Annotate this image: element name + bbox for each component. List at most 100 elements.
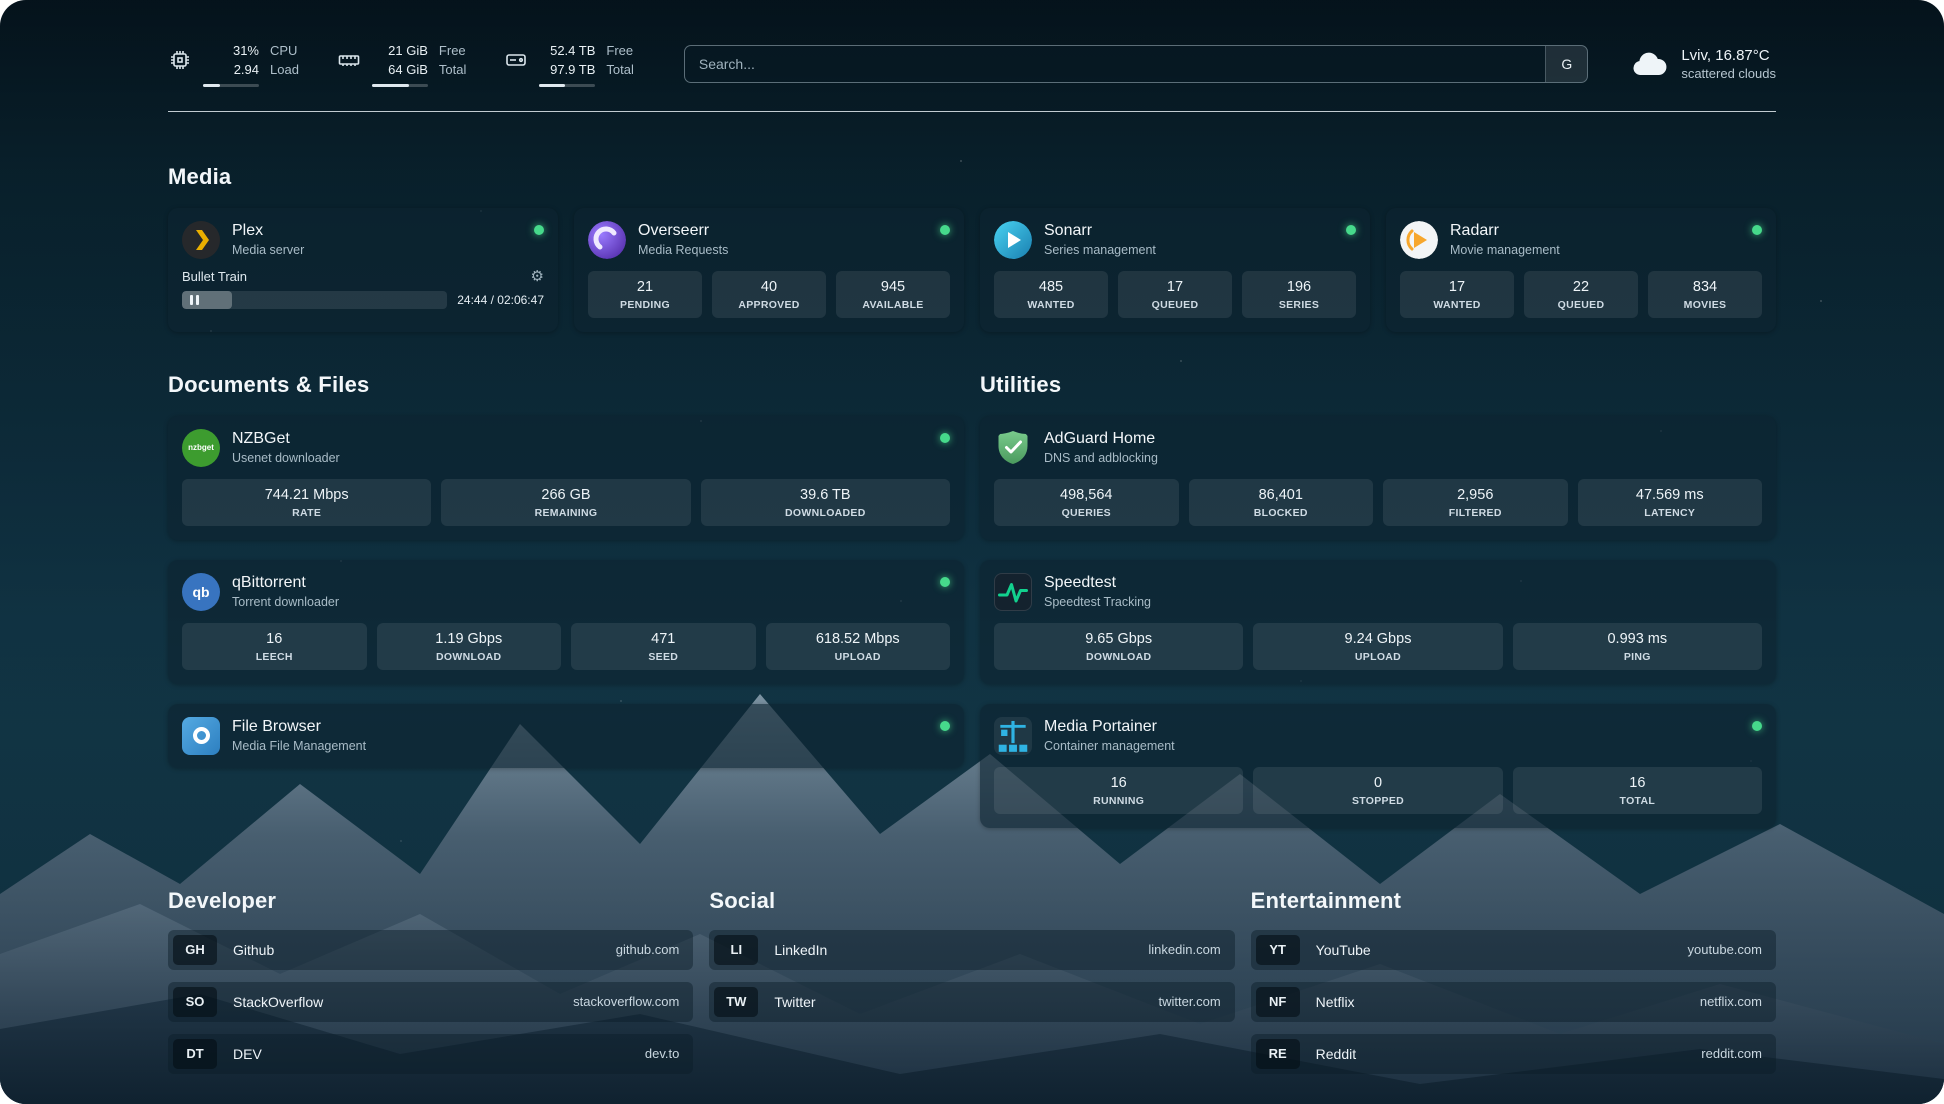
radarr-icon [1400, 221, 1438, 259]
snow-specks [0, 0, 2, 2]
bookmark-stackoverflow[interactable]: SO StackOverflow stackoverflow.com [168, 982, 693, 1022]
stat-value: 266 GB [445, 487, 686, 503]
qbittorrent-card[interactable]: qb qBittorrent Torrent downloader 16 LEE… [168, 560, 964, 684]
entertainment-section-title: Entertainment [1251, 888, 1776, 914]
stat-box: 9.24 Gbps UPLOAD [1253, 623, 1502, 670]
system-monitors: 31% 2.94 CPU Load [168, 42, 634, 87]
stat-box: 196 SERIES [1242, 271, 1356, 318]
stat-box: 39.6 TB DOWNLOADED [701, 479, 950, 526]
dashboard-window: 31% 2.94 CPU Load [0, 0, 1944, 1104]
bookmark-abbr: GH [173, 935, 217, 965]
bookmark-abbr: SO [173, 987, 217, 1017]
bookmark-name: Github [233, 942, 274, 958]
bookmark-github[interactable]: GH Github github.com [168, 930, 693, 970]
bookmark-url: youtube.com [1688, 942, 1762, 957]
portainer-icon [994, 717, 1032, 755]
qbittorrent-title: qBittorrent [232, 574, 339, 592]
weather-location-temp: Lviv, 16.87°C [1681, 47, 1776, 64]
bookmark-netflix[interactable]: NF Netflix netflix.com [1251, 982, 1776, 1022]
cpu-monitor: 31% 2.94 CPU Load [168, 42, 299, 87]
stat-label: LEECH [186, 651, 363, 663]
bookmark-reddit[interactable]: RE Reddit reddit.com [1251, 1034, 1776, 1074]
bookmark-dev[interactable]: DT DEV dev.to [168, 1034, 693, 1074]
plex-now-playing: Bullet Train [182, 269, 247, 284]
stat-value: 86,401 [1193, 487, 1370, 503]
overseerr-card[interactable]: Overseerr Media Requests 21 PENDING 40 A… [574, 208, 964, 332]
disk-label-bottom: Total [606, 61, 633, 80]
bookmark-abbr: TW [714, 987, 758, 1017]
filebrowser-icon [182, 717, 220, 755]
section-developer: Developer GH Github github.com SO StackO… [168, 888, 693, 1074]
disk-icon [504, 48, 528, 72]
cpu-label-bottom: Load [270, 61, 299, 80]
stat-label: PENDING [592, 299, 698, 311]
gear-icon[interactable]: ⚙ [531, 269, 544, 284]
speedtest-title: Speedtest [1044, 574, 1151, 592]
memory-icon [337, 48, 361, 72]
documents-section-title: Documents & Files [168, 372, 964, 398]
top-bar: 31% 2.94 CPU Load [168, 42, 1776, 87]
stat-box: 47.569 ms LATENCY [1578, 479, 1763, 526]
stat-label: STOPPED [1257, 795, 1498, 807]
adguard-card[interactable]: AdGuard Home DNS and adblocking 498,564 … [980, 416, 1776, 540]
bookmark-url: linkedin.com [1148, 942, 1220, 957]
overseerr-icon [588, 221, 626, 259]
cpu-label-top: CPU [270, 42, 299, 61]
stat-box: 22 QUEUED [1524, 271, 1638, 318]
ram-label-top: Free [439, 42, 466, 61]
speedtest-icon [994, 573, 1032, 611]
weather-widget[interactable]: Lviv, 16.87°C scattered clouds [1630, 47, 1776, 81]
qbittorrent-icon-text: qb [192, 584, 209, 600]
qbittorrent-subtitle: Torrent downloader [232, 595, 339, 609]
radarr-title: Radarr [1450, 222, 1560, 240]
ram-free: 21 GiB [388, 42, 428, 61]
pause-icon[interactable] [190, 295, 199, 305]
portainer-card[interactable]: Media Portainer Container management 16 … [980, 704, 1776, 828]
sonarr-card[interactable]: Sonarr Series management 485 WANTED 17 Q… [980, 208, 1370, 332]
stat-value: 22 [1528, 279, 1634, 295]
nzbget-title: NZBGet [232, 430, 340, 448]
sonarr-status-indicator [1346, 225, 1356, 235]
bookmark-url: netflix.com [1700, 994, 1762, 1009]
stat-value: 0 [1257, 775, 1498, 791]
bookmark-abbr: RE [1256, 1039, 1300, 1069]
search-input[interactable] [685, 46, 1545, 82]
cpu-usage-bar [203, 84, 259, 87]
nzbget-status-indicator [940, 433, 950, 443]
stat-box: 0 STOPPED [1253, 767, 1502, 814]
bookmark-youtube[interactable]: YT YouTube youtube.com [1251, 930, 1776, 970]
stat-box: 618.52 Mbps UPLOAD [766, 623, 951, 670]
stat-box: 17 WANTED [1400, 271, 1514, 318]
search-engine-button[interactable]: G [1545, 46, 1587, 82]
nzbget-card[interactable]: nzbget NZBGet Usenet downloader 744.21 M… [168, 416, 964, 540]
stat-label: DOWNLOAD [998, 651, 1239, 663]
filebrowser-subtitle: Media File Management [232, 739, 366, 753]
stat-value: 498,564 [998, 487, 1175, 503]
radarr-status-indicator [1752, 225, 1762, 235]
utilities-section-title: Utilities [980, 372, 1776, 398]
stat-label: APPROVED [716, 299, 822, 311]
speedtest-card[interactable]: Speedtest Speedtest Tracking 9.65 Gbps D… [980, 560, 1776, 684]
stat-label: REMAINING [445, 507, 686, 519]
ram-usage-bar [372, 84, 428, 87]
radarr-subtitle: Movie management [1450, 243, 1560, 257]
bookmark-linkedin[interactable]: LI LinkedIn linkedin.com [709, 930, 1234, 970]
bookmark-name: YouTube [1316, 942, 1371, 958]
stat-value: 39.6 TB [705, 487, 946, 503]
bookmark-abbr: LI [714, 935, 758, 965]
plex-subtitle: Media server [232, 243, 304, 257]
adguard-title: AdGuard Home [1044, 430, 1158, 448]
bookmark-twitter[interactable]: TW Twitter twitter.com [709, 982, 1234, 1022]
plex-seek-bar[interactable] [182, 291, 447, 309]
plex-card[interactable]: Plex Media server Bullet Train ⚙ [168, 208, 558, 332]
filebrowser-card[interactable]: File Browser Media File Management [168, 704, 964, 768]
stat-box: 834 MOVIES [1648, 271, 1762, 318]
stat-value: 16 [998, 775, 1239, 791]
plex-time: 24:44 / 02:06:47 [457, 293, 544, 307]
stat-box: 16 TOTAL [1513, 767, 1762, 814]
radarr-card[interactable]: Radarr Movie management 17 WANTED 22 QUE… [1386, 208, 1776, 332]
stat-value: 196 [1246, 279, 1352, 295]
stat-label: DOWNLOADED [705, 507, 946, 519]
stat-label: RATE [186, 507, 427, 519]
bookmark-name: LinkedIn [774, 942, 827, 958]
